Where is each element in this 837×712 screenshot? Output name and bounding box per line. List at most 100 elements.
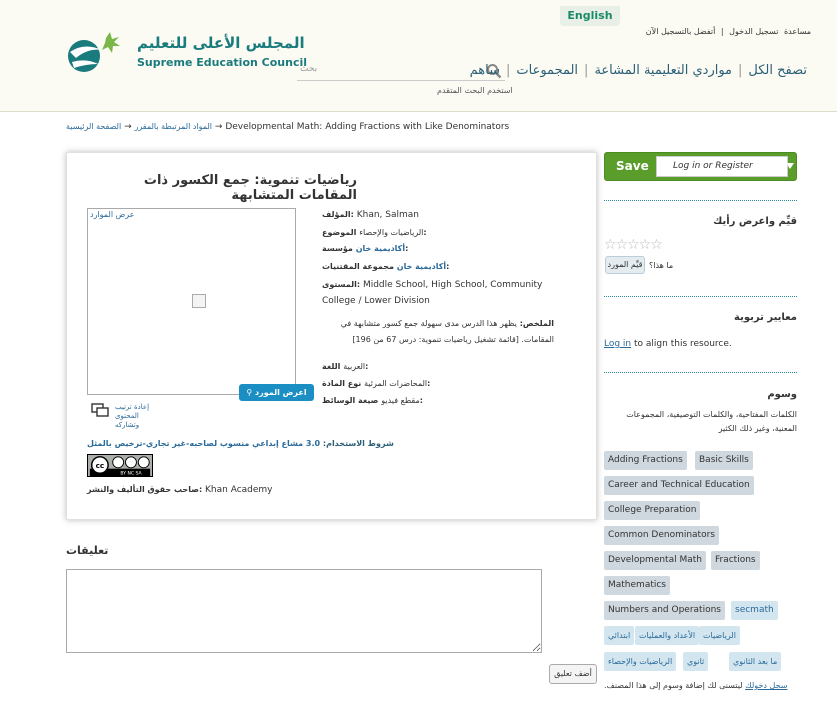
tag-item[interactable]: ابتدائي (604, 626, 635, 645)
tags-title: وسوم (767, 389, 797, 400)
meta-collection: أكاديمية خان مجموعة المقتنيات: (322, 259, 449, 275)
remix-label[interactable]: إعادة ترتيب المحتوى وتشاركه (115, 403, 155, 430)
rating-stars-icon[interactable]: ☆☆☆☆☆ (604, 237, 663, 253)
top-links: مساعدة تسجيل الدخول | أتفضل بالتسجيل الآ… (643, 27, 811, 36)
magnifier-icon: ⚲ (246, 388, 253, 397)
breadcrumb-current: Developmental Math: Adding Fractions wit… (225, 122, 510, 132)
thumbnail-caption: عرض الموارد (90, 210, 135, 219)
align-resource-suffix: to align this resource. (634, 339, 732, 349)
meta-summary-label: الملخص: (519, 319, 554, 328)
resource-thumbnail[interactable]: عرض الموارد (87, 208, 296, 395)
resource-title: رياضيات تنموية: جمع الكسور ذات المقامات … (143, 173, 357, 203)
tags-login-prompt: سجل دخولك ليتسنى لك إضافة وسوم إلى هذا ا… (604, 681, 787, 690)
view-resource-button[interactable]: اعرض المورد ⚲ (239, 384, 314, 401)
meta-level: المستوى: Middle School, High School, Com… (322, 277, 554, 309)
tag-item[interactable]: Developmental Math (604, 551, 706, 570)
breadcrumb-home[interactable]: الصفحة الرئيسية (66, 122, 121, 131)
save-bar: Save Log in or Register (604, 152, 797, 181)
comments-title: تعليقات (66, 544, 109, 557)
tag-item[interactable]: secmath (731, 601, 778, 620)
meta-material-value: المحاضرات المرئية (364, 379, 428, 388)
license-prefix: شروط الاستخدام: (322, 439, 394, 448)
sec-logo-icon[interactable] (62, 28, 130, 78)
meta-media: مقطع فيديو صيغة الوسائط: (322, 393, 423, 409)
meta-media-value: مقطع فيديو (381, 396, 420, 405)
tag-item[interactable]: Fractions (711, 551, 760, 570)
save-button[interactable]: Save (616, 159, 649, 173)
tag-item[interactable]: Career and Technical Education (604, 476, 754, 495)
remix-icon[interactable] (91, 403, 109, 417)
meta-level-label: المستوى: (322, 280, 361, 289)
license-link[interactable]: مشاع إبداعي منسوب لصاحبه-غير تجاري-ترخيص… (87, 439, 303, 448)
nav-my-oer[interactable]: مواردي التعليمية المشاعة (594, 63, 732, 78)
rate-resource-button[interactable]: قيِّم المورد (605, 256, 645, 274)
nav-browse-all[interactable]: تصفح الكل (748, 63, 807, 78)
standards-title: معايير تربوية (734, 312, 797, 323)
nav-contribute[interactable]: ساهم (470, 63, 500, 78)
login-link[interactable]: تسجيل الدخول (729, 27, 778, 36)
tag-item[interactable]: Basic Skills (695, 451, 753, 470)
rate-title: قيِّم واعرض رأيك (713, 216, 797, 227)
tag-item[interactable]: Numbers and Operations (604, 601, 725, 620)
meta-summary: الملخص: يظهر هذا الدرس مدى سهولة جمع كسو… (322, 316, 554, 348)
divider (604, 200, 797, 201)
what-is-this-link[interactable]: ما هذا؟ (649, 261, 673, 270)
advanced-search-link[interactable]: استخدم البحث المتقدم (437, 86, 513, 95)
main-nav: تصفح الكل | مواردي التعليمية المشاعة | المجم… (470, 63, 807, 78)
tag-item[interactable]: College Preparation (604, 501, 701, 520)
nav-separator: | (584, 63, 589, 78)
top-links-separator: | (720, 27, 724, 36)
breadcrumb-section[interactable]: المواد المرتبطة بالمقرر (135, 122, 213, 131)
meta-language: العربية اللغة: (322, 359, 368, 375)
tag-item[interactable]: الرياضيات (699, 626, 740, 645)
tag-item[interactable]: Mathematics (604, 576, 670, 595)
register-link[interactable]: أتفضل بالتسجيل الآن (646, 27, 716, 36)
nav-separator: | (738, 63, 743, 78)
help-link[interactable]: مساعدة (784, 27, 811, 36)
tag-item[interactable]: الرياضيات والإحصاء (604, 652, 677, 671)
tags-login-text: ليتسنى لك إضافة وسوم إلى هذا المصنف. (604, 681, 743, 690)
tag-item[interactable]: ثانوي (683, 652, 709, 671)
meta-author-value: Khan, Salman (356, 210, 419, 220)
logo-english-text: Supreme Education Council (137, 56, 308, 69)
comment-textarea[interactable] (66, 569, 542, 653)
copyright-holder-label: صاحب حقوق التأليف والنشر: (87, 485, 203, 494)
tag-item[interactable]: الأعداد والعمليات (635, 626, 700, 645)
tag-item[interactable]: Adding Fractions (604, 451, 687, 470)
tags-description: الكلمات المفتاحية، والكلمات التوصيفية، ا… (626, 410, 797, 433)
copyright-holder: صاحب حقوق التأليف والنشر: Khan Academy (87, 485, 273, 495)
meta-material: المحاضرات المرئية نوع المادة: (322, 376, 430, 392)
nav-separator: | (505, 63, 511, 78)
add-comment-button[interactable]: أضف تعليق (549, 664, 597, 684)
cc-license-badge-icon[interactable]: cc BY NC SA (87, 454, 153, 477)
tags-login-link[interactable]: سجل دخولك (745, 681, 787, 690)
site-header: English مساعدة تسجيل الدخول | أتفضل بالت… (0, 0, 837, 112)
meta-institution: أكاديمية خان مؤسسة: (322, 241, 408, 257)
language-toggle-button[interactable]: English (560, 6, 620, 26)
meta-subject-value: الرياضيات والإحصاء (359, 228, 424, 237)
meta-language-value: العربية (343, 362, 366, 371)
cc-badge-text: BY NC SA (120, 471, 142, 477)
meta-subject: الرياضيات والإحصاء الموضوع: (322, 225, 427, 241)
align-login-link[interactable]: Log in (604, 339, 631, 349)
align-resource-text: Log in to align this resource. (604, 339, 732, 349)
license-version-link[interactable]: 3.0 (306, 439, 320, 448)
meta-institution-link[interactable]: أكاديمية خان (356, 244, 405, 253)
meta-collection-link[interactable]: أكاديمية خان (397, 262, 446, 271)
chevron-down-icon[interactable] (786, 163, 794, 169)
search-placeholder: بحث (300, 64, 318, 74)
tag-item[interactable]: ما بعد الثانوي (729, 652, 782, 671)
nav-groups[interactable]: المجموعات (516, 63, 578, 78)
breadcrumb: المواد المرتبطة بالمقرر → الصفحة الرئيسي… (66, 122, 509, 132)
tag-item[interactable]: Common Denominators (604, 526, 719, 545)
meta-author-label: المؤلف: (322, 210, 354, 219)
logo-arabic-text: المجلس الأعلى للتعليم (137, 34, 305, 52)
license-info: شروط الاستخدام: 3.0 مشاع إبداعي منسوب لص… (87, 439, 394, 448)
login-register-select[interactable]: Log in or Register (656, 156, 788, 177)
svg-text:cc: cc (96, 461, 105, 470)
view-resource-label: اعرض المورد (255, 388, 307, 397)
copyright-holder-value: Khan Academy (205, 485, 273, 495)
broken-image-icon (192, 294, 206, 308)
breadcrumb-arrow: → (214, 122, 223, 132)
resource-card: رياضيات تنموية: جمع الكسور ذات المقامات … (66, 152, 597, 520)
